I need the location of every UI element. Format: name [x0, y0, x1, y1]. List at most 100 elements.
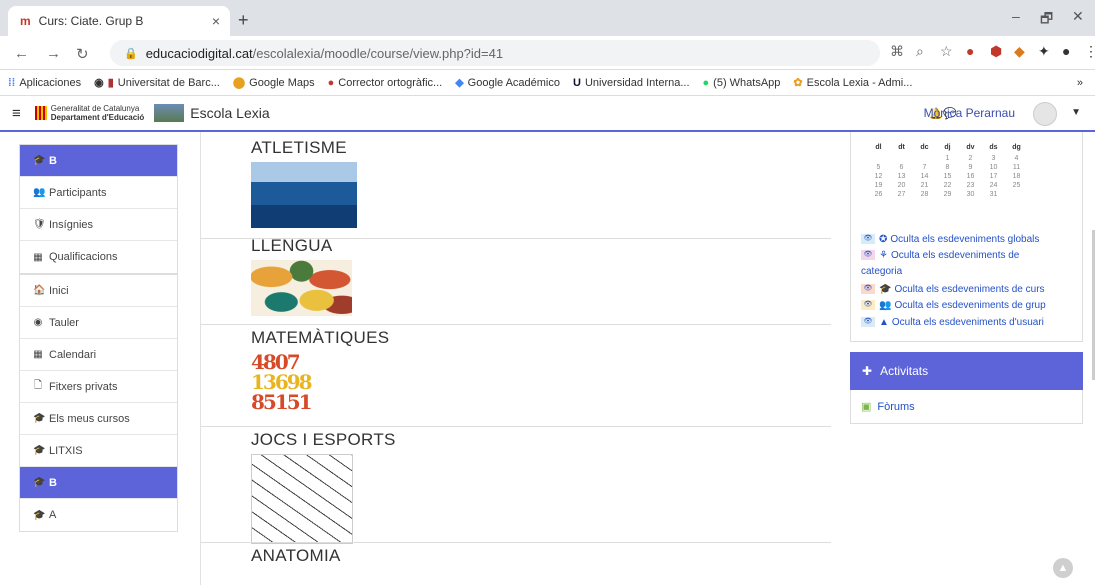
reload-icon[interactable]: ↻ [76, 45, 89, 63]
section-title[interactable]: LLENGUA [251, 236, 831, 256]
back-icon[interactable]: ← [14, 45, 29, 62]
close-window-icon[interactable]: ✕ [1072, 8, 1084, 25]
sidebar-item[interactable]: 🛡 Insígnies [20, 209, 177, 241]
section-title[interactable]: JOCS I ESPORTS [251, 430, 831, 450]
sidebar-item[interactable]: 🗋 Fitxers privats [20, 371, 177, 403]
calendar-day[interactable]: 19 [867, 181, 890, 190]
section-title[interactable]: ATLETISME [251, 138, 831, 158]
calendar-grid: dl dt dc dj dv ds dg 1 2 3 4 5 6 7 8 9 10 11 12 13 14 15 16 17… [867, 140, 1028, 199]
activity-link-forums[interactable]: Fòrums [877, 401, 914, 413]
calendar-day[interactable]: 31 [982, 190, 1005, 199]
calendar-day[interactable]: 20 [890, 181, 913, 190]
number-art: 85151 [251, 390, 313, 414]
site-name[interactable]: Escola Lexia [190, 105, 269, 121]
sidebar-item[interactable]: 🎓 B [20, 145, 177, 177]
zoom-icon[interactable]: ⌕ [916, 43, 924, 60]
calendar-day[interactable]: 9 [959, 163, 982, 172]
calendar-day[interactable]: 29 [936, 190, 959, 199]
bookmark-item[interactable]: Aplicaciones [19, 77, 81, 89]
calendar-day[interactable]: 2 [959, 154, 982, 163]
calendar-day[interactable]: 14 [913, 172, 936, 181]
section-jocs-esports[interactable]: JOCS I ESPORTS [201, 430, 831, 544]
sidebar-item[interactable]: 🎓 B [20, 467, 177, 499]
calendar-day[interactable]: 21 [913, 181, 936, 190]
event-filter-label-cont[interactable]: categoria [861, 266, 902, 277]
bookmark-item[interactable]: Corrector ortogràfic... [338, 77, 442, 89]
bookmark-item[interactable]: Google Maps [249, 77, 314, 89]
calendar-day[interactable]: 4 [1005, 154, 1028, 163]
sidebar-item[interactable]: 🎓 Els meus cursos [20, 403, 177, 435]
bookmark-star-icon[interactable]: ☆ [940, 43, 953, 60]
event-filter-link[interactable]: 👁 🎓 Oculta els esdeveniments de curs [861, 284, 1045, 295]
calendar-day[interactable]: 25 [1005, 181, 1028, 190]
sidebar-item[interactable]: ◉ Tauler [20, 307, 177, 339]
hamburger-menu-icon[interactable]: ≡ [12, 105, 21, 122]
sidebar-item[interactable]: 🏠 Inici [20, 275, 177, 307]
sidebar-item[interactable]: 🎓 A [20, 499, 177, 531]
calendar-day[interactable]: 23 [959, 181, 982, 190]
calendar-day[interactable]: 8 [936, 163, 959, 172]
calendar-day[interactable]: 12 [867, 172, 890, 181]
calendar-day[interactable]: 28 [913, 190, 936, 199]
calendar-day[interactable]: 15 [936, 172, 959, 181]
extension-icon[interactable]: ◆ [1014, 43, 1025, 60]
scroll-to-top-button[interactable]: ▲ [1053, 558, 1073, 578]
section-anatomia[interactable]: ANATOMIA [251, 546, 831, 566]
bookmark-item[interactable]: (5) WhatsApp [713, 77, 780, 89]
sidebar-item[interactable]: 🎓 LITXIS [20, 435, 177, 467]
chevron-down-icon[interactable]: ▼ [1071, 107, 1081, 118]
menu-kebab-icon[interactable]: ⋮ [1084, 43, 1095, 60]
translate-icon[interactable]: ⌘ [890, 43, 904, 60]
more-bookmarks-icon[interactable]: » [1077, 77, 1083, 89]
letters-collage-image[interactable] [251, 260, 352, 316]
event-filter-link[interactable]: 👁 ✪ Oculta els esdeveniments globals [861, 234, 1039, 245]
calendar-day[interactable]: 16 [959, 172, 982, 181]
calendar-day[interactable]: 1 [936, 154, 959, 163]
calendar-day[interactable]: 30 [959, 190, 982, 199]
bookmark-item[interactable]: Escola Lexia - Admi... [807, 77, 913, 89]
user-name[interactable]: Mònica Perarnau [924, 106, 1015, 120]
section-matematiques[interactable]: MATEMÀTIQUES 4807 13698 85151 [201, 328, 831, 427]
section-title[interactable]: MATEMÀTIQUES [251, 328, 831, 348]
avatar[interactable] [1033, 102, 1057, 126]
running-track-image[interactable] [251, 162, 357, 228]
url-bar[interactable]: 🔒 educaciodigital.cat/escolalexia/moodle… [110, 40, 880, 66]
event-filter-link[interactable]: 👁 ▲ Oculta els esdeveniments d'usuari [861, 317, 1044, 328]
calendar-day[interactable]: 10 [982, 163, 1005, 172]
bookmark-item[interactable]: Universitat de Barc... [118, 77, 220, 89]
hopscotch-drawing-image[interactable] [251, 454, 353, 544]
calendar-day[interactable]: 7 [913, 163, 936, 172]
sidebar-item[interactable]: ▦ Qualificacions [20, 241, 177, 273]
calendar-day[interactable]: 22 [936, 181, 959, 190]
sidebar-item[interactable]: ▦ Calendari [20, 339, 177, 371]
tab-close-icon[interactable]: × [212, 13, 220, 29]
new-tab-button[interactable]: + [238, 10, 249, 31]
calendar-day[interactable]: 24 [982, 181, 1005, 190]
section-atletisme[interactable]: ATLETISME [201, 138, 831, 239]
puzzle-extension-icon[interactable]: ✦ [1038, 43, 1050, 60]
calendar-day[interactable]: 5 [867, 163, 890, 172]
adblock-icon[interactable]: ⬢ [990, 43, 1002, 60]
calendar-day[interactable]: 6 [890, 163, 913, 172]
calendar-day[interactable]: 18 [1005, 172, 1028, 181]
calendar-day[interactable]: 27 [890, 190, 913, 199]
forward-icon[interactable]: → [46, 45, 61, 62]
calendar-day[interactable]: 11 [1005, 163, 1028, 172]
maximize-icon[interactable]: 🗗 [1040, 8, 1053, 32]
calendar-day[interactable]: 3 [982, 154, 1005, 163]
sidebar-item[interactable]: 👥 Participants [20, 177, 177, 209]
section-title[interactable]: ANATOMIA [251, 546, 831, 566]
calendar-day[interactable]: 13 [890, 172, 913, 181]
calendar-day[interactable]: 17 [982, 172, 1005, 181]
bookmark-item[interactable]: Google Académico [468, 77, 560, 89]
minimize-icon[interactable]: – [1012, 8, 1020, 24]
browser-tab[interactable]: m Curs: Ciate. Grup B × [8, 6, 230, 36]
section-llengua[interactable]: LLENGUA [201, 236, 831, 325]
numbers-collage-image[interactable]: 4807 13698 85151 [251, 352, 351, 412]
profile-icon[interactable]: ● [1062, 43, 1070, 59]
bookmark-item[interactable]: Universidad Interna... [585, 77, 690, 89]
event-filter-link[interactable]: 👁 ⚘ Oculta els esdeveniments de [861, 250, 1019, 261]
calendar-day[interactable]: 26 [867, 190, 890, 199]
event-filter-link[interactable]: 👁 👥 Oculta els esdeveniments de grup [861, 300, 1046, 311]
opera-extension-icon[interactable]: ● [966, 43, 974, 59]
